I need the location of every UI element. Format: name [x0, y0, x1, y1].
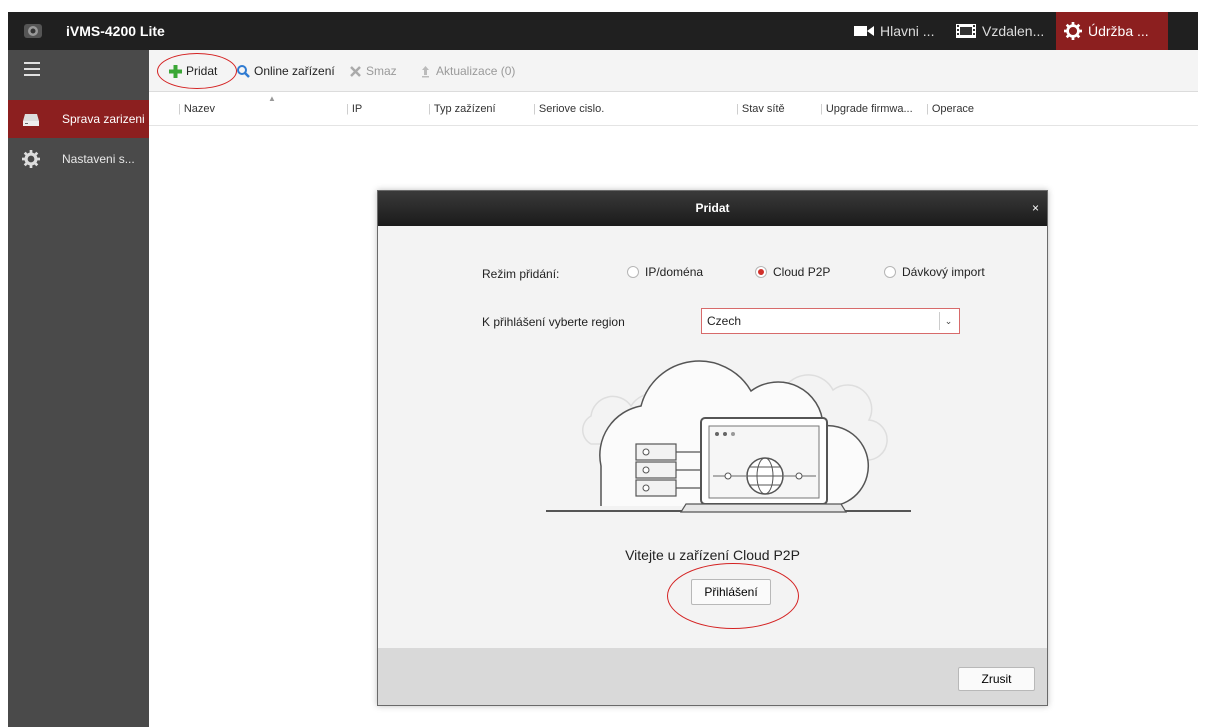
sidebar-item-system-settings[interactable]: Nastaveni s...: [8, 140, 149, 178]
column-operation[interactable]: Operace: [926, 103, 974, 115]
radio-button: [627, 266, 639, 278]
tab-remote-playback[interactable]: Vzdalen...: [948, 12, 1052, 50]
sidebar-item-device-management[interactable]: Sprava zarizeni: [8, 100, 149, 138]
tab-main-view[interactable]: Hlavni ...: [846, 12, 942, 50]
app-logo-icon: [24, 24, 42, 38]
add-button-label: Pridat: [186, 64, 218, 78]
menu-icon[interactable]: [24, 62, 40, 76]
radio-button-selected: [755, 266, 767, 278]
chevron-down-icon[interactable]: ⌄: [939, 312, 957, 330]
delete-button-label: Smaz: [366, 64, 397, 78]
column-firmware-upgrade[interactable]: Upgrade firmwa...: [820, 103, 913, 115]
film-icon: [956, 24, 976, 38]
sidebar-item-label: Nastaveni s...: [62, 152, 135, 166]
delete-x-icon: [350, 65, 361, 77]
update-button-label: Aktualizace (0): [436, 64, 516, 78]
region-label: K přihlášení vyberte region: [482, 315, 625, 329]
column-name[interactable]: Nazev: [178, 103, 215, 115]
tab-maintenance[interactable]: Údržba ...: [1056, 12, 1168, 50]
search-icon: [237, 64, 250, 78]
column-serial-number[interactable]: Seriove cislo.: [533, 103, 604, 115]
plus-icon: [169, 64, 182, 78]
radio-batch-import[interactable]: Dávkový import: [884, 265, 985, 279]
sidebar-item-label: Sprava zarizeni: [62, 112, 145, 126]
tab-label: Údržba ...: [1088, 23, 1149, 39]
cloud-p2p-illustration: [546, 360, 911, 513]
dialog-footer: Zrusit: [378, 648, 1047, 705]
region-select-value: Czech: [707, 314, 742, 328]
tab-label: Hlavni ...: [880, 23, 935, 39]
close-icon[interactable]: ×: [1032, 191, 1039, 226]
sidebar: Sprava zarizeni Nastaveni s...: [8, 50, 149, 727]
region-select[interactable]: Czech ⌄: [701, 308, 960, 334]
add-button[interactable]: Pridat: [169, 64, 217, 78]
online-devices-label: Online zařízení: [254, 64, 335, 78]
add-device-dialog: Pridat × Režim přidání: IP/doména Cloud …: [377, 190, 1048, 706]
radio-label: IP/doména: [645, 265, 704, 279]
online-devices-button[interactable]: Online zařízení: [237, 64, 335, 78]
column-device-type[interactable]: Typ zažízení: [428, 103, 496, 115]
title-bar: iVMS-4200 Lite Hlavni ... Vzdalen... Údr…: [8, 12, 1198, 50]
video-camera-icon: [854, 26, 874, 36]
login-button[interactable]: Přihlášení: [691, 579, 771, 605]
gear-icon: [1064, 22, 1082, 40]
radio-label: Cloud P2P: [773, 265, 831, 279]
dialog-body: Režim přidání: IP/doména Cloud P2P Dávko…: [378, 226, 1047, 648]
column-ip[interactable]: IP: [346, 103, 362, 115]
delete-button[interactable]: Smaz: [349, 64, 397, 78]
upload-arrow-icon: [422, 65, 429, 77]
radio-cloud-p2p[interactable]: Cloud P2P: [755, 265, 830, 279]
gear-icon: [22, 150, 40, 168]
sort-arrow-icon: ▲: [268, 94, 276, 103]
column-network-status[interactable]: Stav sítě: [736, 103, 785, 115]
device-table-header: ▲ Nazev IP Typ zažízení Seriove cislo. S…: [149, 92, 1198, 126]
add-mode-label: Režim přidání:: [482, 267, 560, 281]
app-title: iVMS-4200 Lite: [66, 23, 165, 39]
device-drive-icon: [23, 114, 39, 126]
radio-button: [884, 266, 896, 278]
dialog-title: Pridat: [378, 191, 1047, 226]
radio-ip-domain[interactable]: IP/doména: [627, 265, 703, 279]
cancel-button[interactable]: Zrusit: [958, 667, 1035, 691]
tab-label: Vzdalen...: [982, 23, 1045, 39]
radio-label: Dávkový import: [902, 265, 985, 279]
update-button[interactable]: Aktualizace (0): [419, 64, 515, 78]
welcome-text: Vitejte u zařízení Cloud P2P: [625, 547, 800, 563]
toolbar: Pridat Online zařízení Smaz Aktualizace …: [149, 50, 1198, 92]
